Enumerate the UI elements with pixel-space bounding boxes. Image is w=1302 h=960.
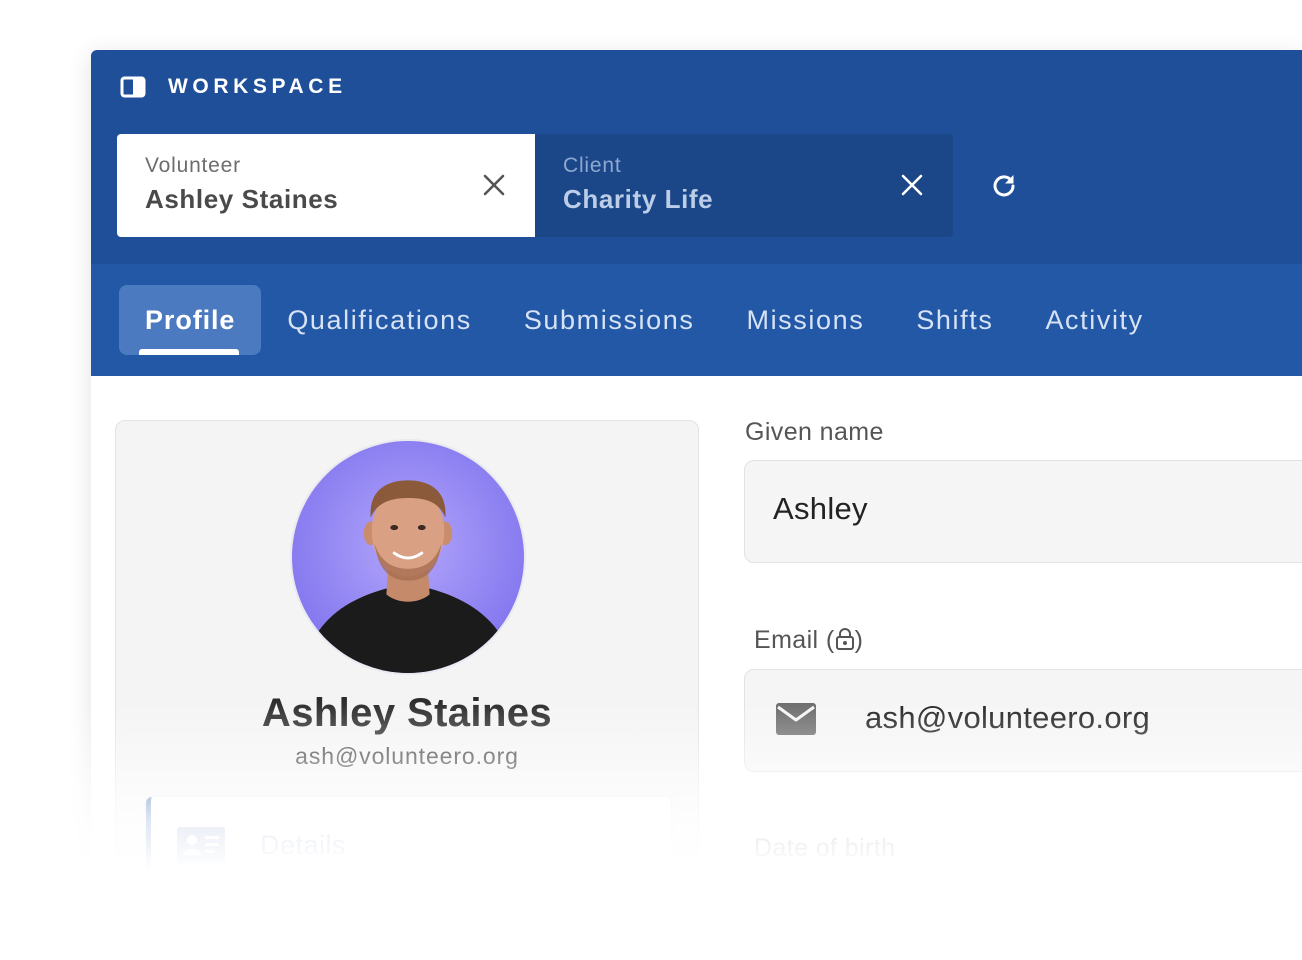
client-chip-name: Charity Life — [563, 184, 714, 214]
tab-profile-label: Profile — [145, 304, 236, 335]
volunteer-chip[interactable]: Volunteer Ashley Staines — [117, 134, 535, 237]
profile-email: ash@volunteero.org — [295, 743, 519, 769]
profile-card: Ashley Staines ash@volunteero.org Detail… — [115, 420, 699, 880]
tab-activity-label: Activity — [1045, 304, 1144, 335]
given-name-value: Ashley — [773, 491, 868, 526]
profile-name: Ashley Staines — [261, 691, 553, 735]
tab-bar: Profile Qualifications Submissions Missi… — [91, 264, 1302, 376]
tab-shifts[interactable]: Shifts — [890, 285, 1019, 355]
email-label-text: Email ( — [754, 626, 835, 654]
refresh-icon[interactable] — [989, 171, 1019, 201]
tab-qualifications-label: Qualifications — [287, 304, 472, 335]
date-of-birth-label: Date of birth — [754, 834, 896, 862]
tab-missions[interactable]: Missions — [720, 285, 890, 355]
sidebar-item-details[interactable]: Details — [146, 797, 671, 880]
id-card-icon — [177, 827, 225, 863]
given-name-field[interactable]: Ashley — [744, 460, 1302, 563]
close-icon[interactable] — [481, 172, 507, 198]
user-avatar-photo — [292, 441, 524, 673]
tab-profile[interactable]: Profile — [119, 285, 262, 355]
tabs: Profile Qualifications Submissions Missi… — [119, 285, 1170, 355]
tab-submissions[interactable]: Submissions — [498, 285, 721, 355]
tab-shifts-label: Shifts — [916, 304, 994, 335]
workspace-label: WORKSPACE — [168, 75, 347, 98]
volunteer-chip-name: Ashley Staines — [145, 184, 339, 214]
active-tab-indicator — [139, 349, 240, 355]
given-name-label: Given name — [745, 418, 884, 446]
avatar[interactable] — [290, 439, 526, 675]
tab-qualifications[interactable]: Qualifications — [261, 285, 497, 355]
tab-submissions-label: Submissions — [523, 304, 695, 335]
sidebar-panel-icon[interactable] — [120, 76, 146, 98]
volunteer-chip-type: Volunteer — [145, 154, 241, 177]
workspace-header: WORKSPACE Volunteer Ashley Staines Clien… — [91, 50, 1302, 264]
sidebar-item-details-label: Details — [260, 830, 347, 860]
workspace-title: WORKSPACE — [120, 75, 347, 99]
email-label-suffix: ) — [854, 626, 864, 654]
tab-activity[interactable]: Activity — [1019, 285, 1169, 355]
client-chip[interactable]: Client Charity Life — [535, 134, 953, 237]
lock-icon — [835, 628, 854, 650]
mail-icon — [776, 703, 816, 735]
email-label: Email ( ) — [754, 626, 863, 655]
email-value: ash@volunteero.org — [865, 700, 1151, 735]
tab-missions-label: Missions — [746, 304, 865, 335]
client-chip-type: Client — [563, 154, 622, 177]
workspace-window: WORKSPACE Volunteer Ashley Staines Clien… — [91, 50, 1302, 880]
email-field[interactable]: ash@volunteero.org — [744, 669, 1302, 772]
close-icon[interactable] — [899, 172, 925, 198]
